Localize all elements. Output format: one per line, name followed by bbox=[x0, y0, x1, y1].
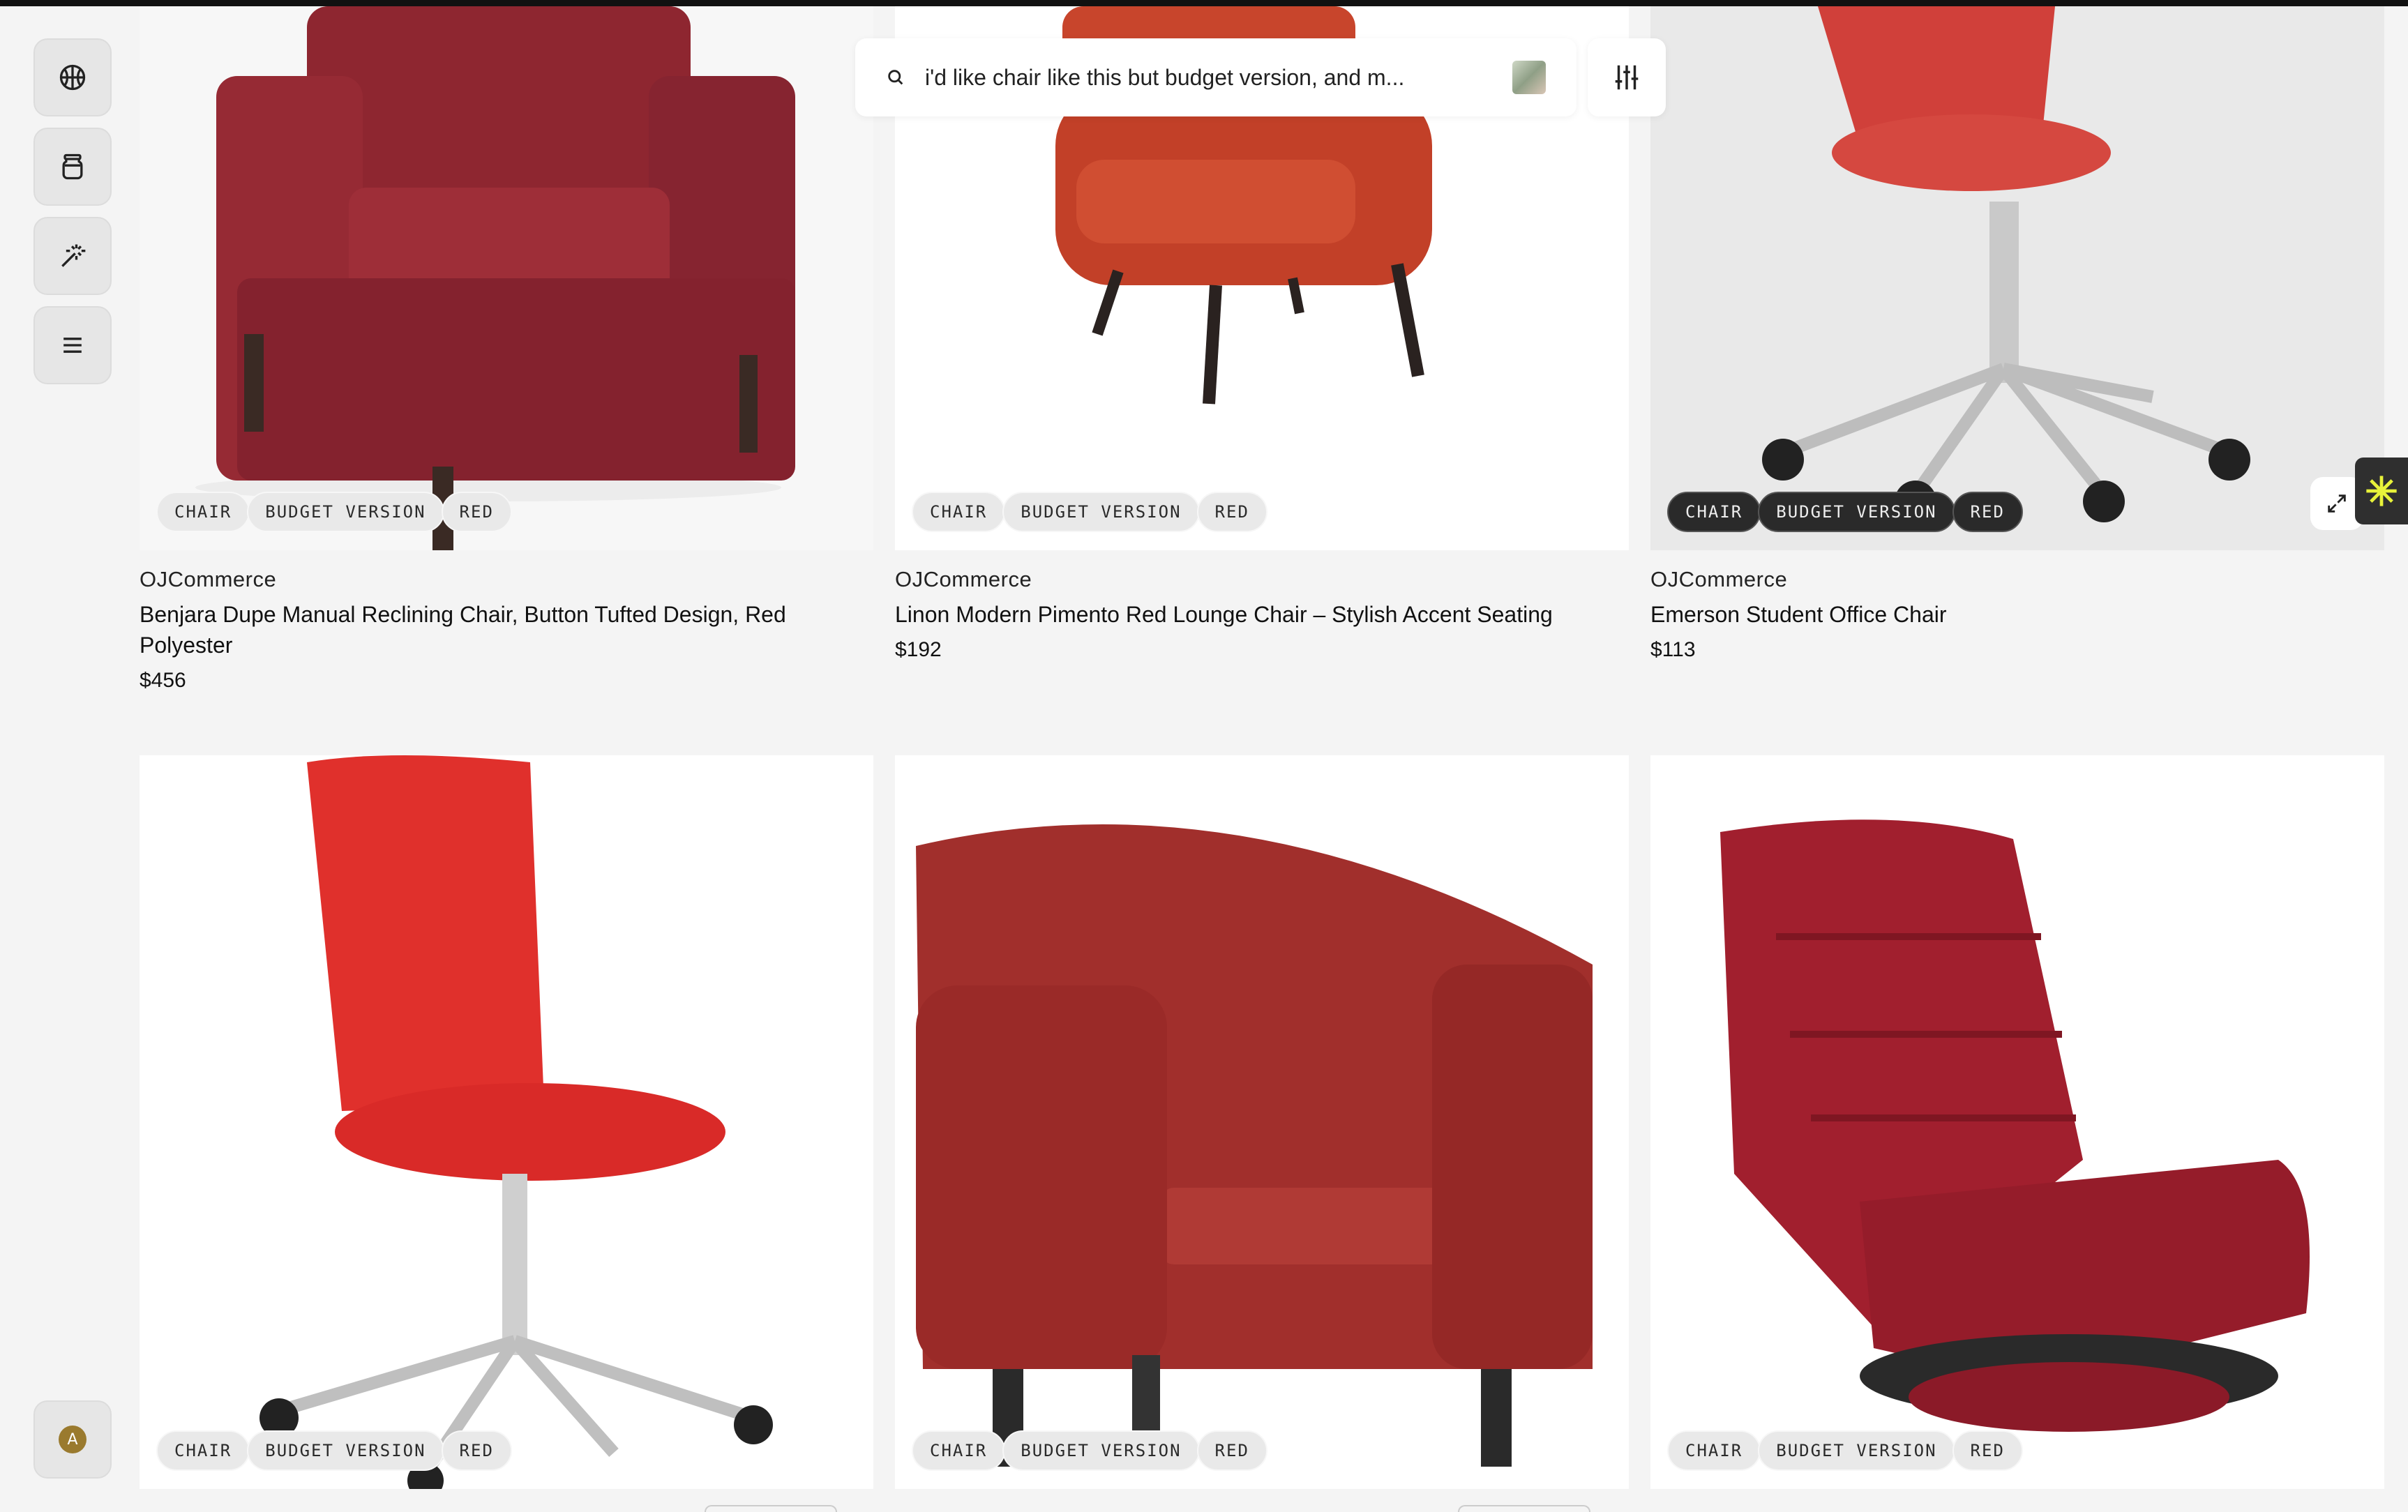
left-rail bbox=[33, 38, 112, 395]
product-image[interactable]: CHAIR BUDGET VERSION RED bbox=[140, 755, 873, 1489]
tag[interactable]: RED bbox=[441, 492, 512, 532]
product-image[interactable]: CHAIR BUDGET VERSION RED bbox=[1650, 755, 2384, 1489]
product-title[interactable]: Emerson Student Office Chair bbox=[1650, 599, 2384, 630]
card-action-stub bbox=[1458, 1505, 1590, 1512]
tag[interactable]: CHAIR bbox=[1667, 1430, 1761, 1471]
rail-button-collections[interactable] bbox=[33, 128, 112, 206]
filter-button[interactable] bbox=[1588, 38, 1666, 116]
rail-button-menu[interactable] bbox=[33, 306, 112, 384]
product-title[interactable]: Linon Modern Pimento Red Lounge Chair – … bbox=[895, 599, 1629, 630]
rail-button-magic[interactable] bbox=[33, 217, 112, 295]
tag[interactable]: BUDGET VERSION bbox=[247, 492, 444, 532]
tag[interactable]: CHAIR bbox=[912, 492, 1006, 532]
floor-gaming-chair-image bbox=[1720, 819, 2310, 1432]
product-card[interactable]: CHAIR BUDGET VERSION RED bbox=[140, 755, 873, 1489]
sparkle-icon bbox=[2366, 476, 2397, 506]
tag-list: CHAIR BUDGET VERSION RED bbox=[1667, 492, 2023, 532]
search-input[interactable]: i'd like chair like this but budget vers… bbox=[925, 65, 1512, 91]
expand-icon bbox=[2328, 494, 2346, 513]
jar-icon bbox=[62, 153, 83, 180]
tag[interactable]: RED bbox=[1196, 1430, 1267, 1471]
tag[interactable]: RED bbox=[441, 1430, 512, 1471]
tag[interactable]: RED bbox=[1952, 1430, 2023, 1471]
product-price: $192 bbox=[895, 638, 942, 661]
tag[interactable]: BUDGET VERSION bbox=[1758, 492, 1955, 532]
tag[interactable]: BUDGET VERSION bbox=[1002, 492, 1200, 532]
tag-list: CHAIR BUDGET VERSION RED bbox=[156, 1430, 512, 1471]
product-card[interactable]: CHAIR BUDGET VERSION RED bbox=[1650, 755, 2384, 1489]
assistant-widget[interactable] bbox=[2355, 458, 2408, 524]
tag[interactable]: CHAIR bbox=[1667, 492, 1761, 532]
product-image[interactable]: CHAIR BUDGET VERSION RED bbox=[895, 755, 1629, 1489]
rail-button-explore[interactable] bbox=[33, 38, 112, 116]
product-price: $456 bbox=[140, 669, 186, 692]
product-image[interactable]: CHAIR BUDGET VERSION RED bbox=[140, 6, 873, 550]
product-image[interactable]: CHAIR BUDGET VERSION RED bbox=[1650, 6, 2384, 550]
tag[interactable]: CHAIR bbox=[156, 1430, 250, 1471]
armchair-image bbox=[195, 6, 795, 550]
tag-list: CHAIR BUDGET VERSION RED bbox=[912, 492, 1267, 532]
tag[interactable]: BUDGET VERSION bbox=[1758, 1430, 1955, 1471]
mesh-office-chair-image bbox=[259, 755, 773, 1489]
profile-button[interactable]: A bbox=[33, 1400, 112, 1479]
product-title[interactable]: Benjara Dupe Manual Reclining Chair, But… bbox=[140, 599, 873, 660]
card-action-stub bbox=[705, 1505, 837, 1512]
search-icon bbox=[888, 70, 903, 85]
top-edge-bar bbox=[0, 0, 2408, 6]
search-bar[interactable]: i'd like chair like this but budget vers… bbox=[855, 38, 1577, 116]
tag[interactable]: RED bbox=[1196, 492, 1267, 532]
tub-chair-image bbox=[916, 824, 1593, 1467]
tag-list: CHAIR BUDGET VERSION RED bbox=[156, 492, 512, 532]
avatar: A bbox=[59, 1426, 86, 1453]
sliders-icon bbox=[1615, 65, 1639, 90]
product-price: $113 bbox=[1650, 638, 1696, 661]
product-brand: OJCommerce bbox=[1650, 567, 1788, 591]
tag[interactable]: CHAIR bbox=[912, 1430, 1006, 1471]
reference-image-thumbnail[interactable] bbox=[1512, 61, 1546, 94]
tag[interactable]: RED bbox=[1952, 492, 2023, 532]
product-card[interactable]: CHAIR BUDGET VERSION RED bbox=[895, 755, 1629, 1489]
menu-icon bbox=[63, 338, 82, 353]
tag[interactable]: BUDGET VERSION bbox=[1002, 1430, 1200, 1471]
magic-wand-icon bbox=[61, 244, 86, 267]
tag[interactable]: BUDGET VERSION bbox=[247, 1430, 444, 1471]
tag[interactable]: CHAIR bbox=[156, 492, 250, 532]
product-brand: OJCommerce bbox=[140, 567, 277, 591]
office-chair-image bbox=[1762, 6, 2250, 522]
product-card[interactable]: CHAIR BUDGET VERSION RED OJCommerce Benj… bbox=[140, 6, 873, 693]
tag-list: CHAIR BUDGET VERSION RED bbox=[912, 1430, 1267, 1471]
basketball-icon bbox=[59, 64, 86, 91]
product-brand: OJCommerce bbox=[895, 567, 1032, 591]
tag-list: CHAIR BUDGET VERSION RED bbox=[1667, 1430, 2023, 1471]
product-card[interactable]: CHAIR BUDGET VERSION RED OJCommerce Emer… bbox=[1650, 6, 2384, 662]
